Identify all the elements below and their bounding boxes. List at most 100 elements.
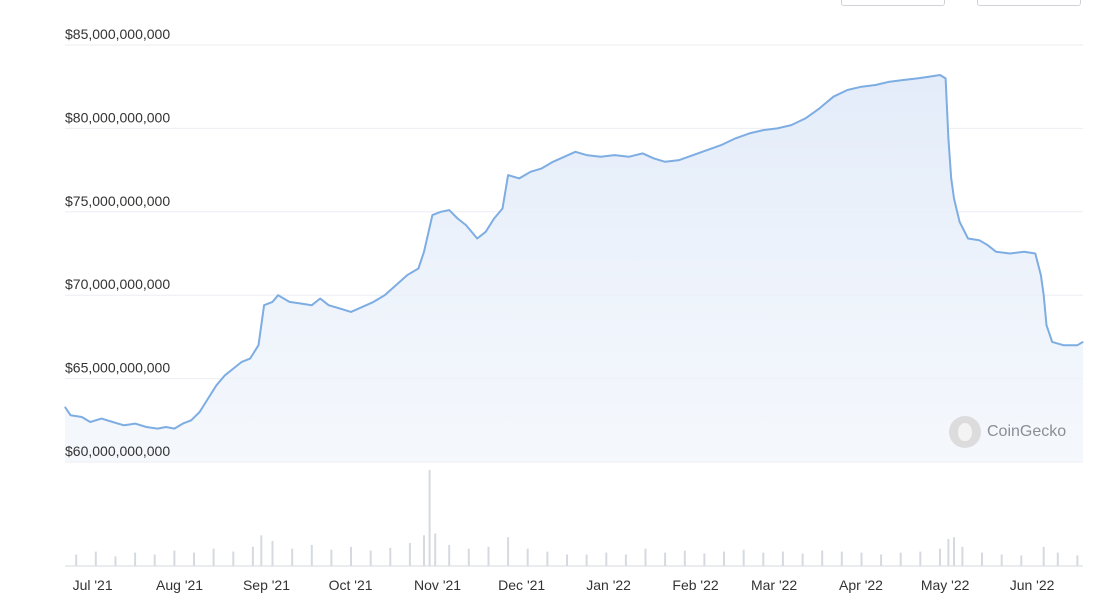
data-point [165,426,167,428]
data-point [706,149,708,151]
volume-bar [350,546,352,566]
data-point [720,144,722,146]
volume-bar [173,550,176,566]
data-point [224,374,226,376]
data-point [249,358,251,360]
x-tick-label: May '22 [921,577,970,593]
volume-bar [271,541,274,566]
volume-bar [953,537,955,566]
volume-bar [232,551,235,566]
data-point [406,274,408,276]
volume-bar [448,544,451,566]
volume-bar [860,552,863,566]
data-point [950,177,952,179]
data-point [1046,324,1047,326]
data-point [272,301,273,303]
data-point [748,132,750,134]
data-point [945,77,947,79]
volume-bar [624,554,627,566]
data-point [804,117,806,119]
data-point [350,311,352,313]
volume-bar [487,546,490,566]
data-point [1051,341,1053,343]
data-point [1043,294,1045,296]
x-tick-label: Nov '21 [414,577,461,593]
y-tick-label: $65,000,000,000 [65,360,170,376]
data-point [395,284,397,286]
data-point [552,161,554,163]
volume-bar [801,553,804,566]
data-point [70,414,72,416]
data-point [1009,253,1011,254]
data-point [423,251,425,253]
data-point [947,137,949,139]
data-point [664,161,666,163]
data-point [642,152,644,154]
volume-bar [389,547,392,566]
data-point [734,137,736,139]
data-point [215,384,217,386]
data-point [541,167,543,169]
market-cap-chart: $85,000,000,000 $80,000,000,000 $75,000,00… [64,26,1084,593]
volume-bar [880,554,883,566]
volume-bar [369,550,372,566]
volume-bars [65,470,1083,567]
data-point [776,127,778,129]
x-tick-label: Dec '21 [498,577,545,593]
data-point [1040,274,1042,276]
data-point [145,426,147,428]
volume-bar [291,548,294,566]
volume-bar [94,551,97,566]
data-point [939,74,941,76]
data-point [1023,251,1025,253]
volume-bar [1000,554,1003,566]
volume-bar [919,551,922,566]
data-point [232,368,234,370]
volume-bar [664,552,667,566]
volume-bar [310,544,313,566]
volume-bar [1042,546,1045,566]
y-tick-label: $80,000,000,000 [65,109,170,125]
data-point [861,86,862,88]
data-point [493,218,495,219]
data-point [431,214,433,216]
data-point [448,209,450,211]
data-point [173,428,175,430]
data-point [465,224,467,226]
volume-bar [939,548,941,566]
data-point [384,294,386,296]
data-point [476,238,478,239]
volume-bar [212,548,215,566]
volume-bar [821,550,824,566]
watermark-text: CoinGecko [987,423,1067,440]
coingecko-watermark: CoinGecko [949,416,1066,448]
data-point [614,154,616,156]
data-point [832,96,834,98]
volume-bar [193,552,195,566]
data-point [953,198,955,199]
volume-bar [330,549,333,566]
data-point [790,124,792,126]
coingecko-gecko-icon [949,416,981,448]
volume-bar [134,552,137,566]
data-point [440,211,442,213]
data-point [123,424,125,426]
data-point [182,423,184,425]
volume-bar [947,539,950,566]
x-tick-label: Jun '22 [1010,577,1055,593]
x-tick-label: Aug '21 [156,577,203,593]
data-point [485,231,487,233]
data-point [987,244,989,246]
data-point [518,177,520,179]
data-point [258,344,259,346]
x-tick-label: Jul '21 [73,577,113,593]
x-tick-label: Apr '22 [839,577,883,593]
data-point [417,268,419,269]
data-point [157,428,158,430]
x-tick-label: Feb '22 [672,577,718,593]
volume-bar [467,548,470,566]
volume-bar [75,554,78,566]
volume-bar [507,537,510,566]
data-point [199,411,201,413]
volume-bar [683,550,686,566]
